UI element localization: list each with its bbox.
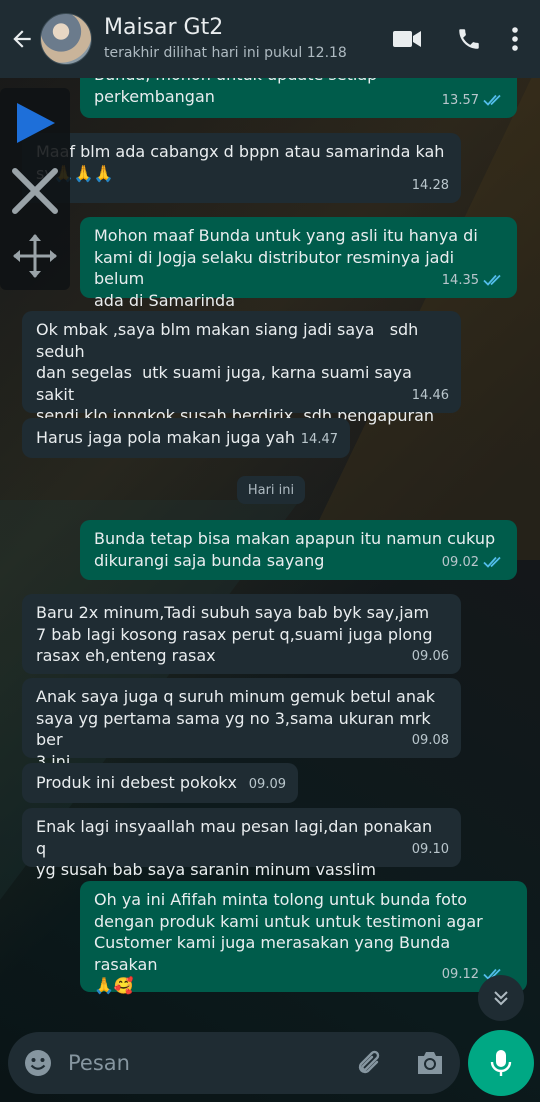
message-composer [8,1032,460,1094]
emoji-button[interactable] [10,1032,66,1094]
message-text: Mohon maaf Bunda untuk yang asli itu han… [94,226,478,310]
timestamp: 09.10 [411,841,449,857]
move-icon [13,234,57,278]
message-time: 14.47 [301,429,338,451]
message-time: 09.09 [249,774,286,796]
message-bubble-incoming[interactable]: Maaf blm ada cabangx d bppn atau samarin… [22,133,461,203]
message-bubble-outgoing[interactable]: Oh ya ini Afifah minta tolong untuk bund… [80,881,527,995]
message-time: 13.57 [442,90,505,112]
message-bubble-incoming[interactable]: Enak lagi insyaallah mau pesan lagi,dan … [22,808,461,879]
timestamp: 09.12 [441,966,479,982]
floating-recorder-controls [0,88,70,290]
contact-name: Maisar Gt2 [104,15,224,40]
back-arrow-icon [13,30,31,48]
message-text: Maaf blm ada cabangx d bppn atau samarin… [36,142,445,183]
read-ticks-icon [483,275,501,287]
scroll-to-bottom-button[interactable] [478,975,524,1021]
read-ticks-icon [483,557,501,569]
message-bubble-incoming[interactable]: Anak saya juga q suruh minum gemuk betul… [22,678,461,771]
message-text: Anak saya juga q suruh minum gemuk betul… [36,687,436,771]
timestamp: 09.08 [411,732,449,748]
timestamp: 09.02 [441,554,479,570]
message-input[interactable] [66,1043,340,1083]
more-options-button[interactable] [500,0,530,78]
message-time: 09.10 [412,839,449,861]
back-button[interactable] [2,0,42,78]
video-call-button[interactable] [376,0,438,78]
phone-icon [459,29,479,49]
chat-header: Maisar Gt2 terakhir dilihat hari ini puk… [0,0,540,78]
voice-call-button[interactable] [438,0,500,78]
read-ticks-icon [483,95,501,107]
timestamp: 14.46 [411,387,449,403]
message-bubble-incoming[interactable]: Harus jaga pola makan juga yah 14.47 [22,418,350,458]
mic-icon [490,1050,512,1076]
message-text: Baru 2x minum,Tadi subuh saya bab byk sa… [36,603,433,665]
move-handle[interactable] [10,231,60,281]
voice-message-button[interactable] [468,1030,534,1096]
message-text: Enak lagi insyaallah mau pesan lagi,dan … [36,817,433,879]
message-time: 14.28 [412,175,449,197]
date-separator: Hari ini [237,476,305,504]
message-bubble-outgoing[interactable]: Mohon maaf Bunda untuk yang asli itu han… [80,217,517,310]
message-time: 09.02 [442,552,505,574]
attach-button[interactable] [340,1032,400,1094]
timestamp: 09.06 [411,648,449,664]
message-text: Produk ini debest pokokx [36,773,238,792]
message-time: 09.08 [412,730,449,752]
avatar[interactable] [40,13,92,65]
camera-icon [418,1052,442,1074]
header-actions [376,0,530,78]
camera-button[interactable] [400,1032,460,1094]
play-button[interactable] [10,98,60,148]
attach-icon [358,1050,380,1074]
timestamp: 09.09 [248,776,286,792]
close-button[interactable] [10,166,60,216]
message-time: 14.35 [442,270,505,292]
timestamp: 14.35 [441,272,479,288]
scroll-down-icon [494,991,508,1006]
play-icon [17,103,55,143]
contact-info[interactable]: Maisar Gt2 terakhir dilihat hari ini puk… [104,15,376,63]
last-seen-status: terakhir dilihat hari ini pukul 12.18 [104,45,347,61]
message-text: Harus jaga pola makan juga yah [36,428,296,447]
more-vert-icon [512,27,518,51]
timestamp: 14.47 [300,431,338,447]
video-call-icon [393,31,421,47]
emoji-icon [25,1050,51,1076]
message-time: 09.06 [412,646,449,668]
message-bubble-incoming[interactable]: Produk ini debest pokokx 09.09 [22,763,298,803]
message-bubble-incoming[interactable]: Ok mbak ,saya blm makan siang jadi saya … [22,311,461,447]
timestamp: 14.28 [411,177,449,193]
close-icon [12,168,58,214]
message-bubble-incoming[interactable]: Baru 2x minum,Tadi subuh saya bab byk sa… [22,594,461,674]
timestamp: 13.57 [441,92,479,108]
message-bubble-outgoing[interactable]: Bunda tetap bisa makan apapun itu namun … [80,520,517,580]
message-time: 14.46 [412,385,449,407]
